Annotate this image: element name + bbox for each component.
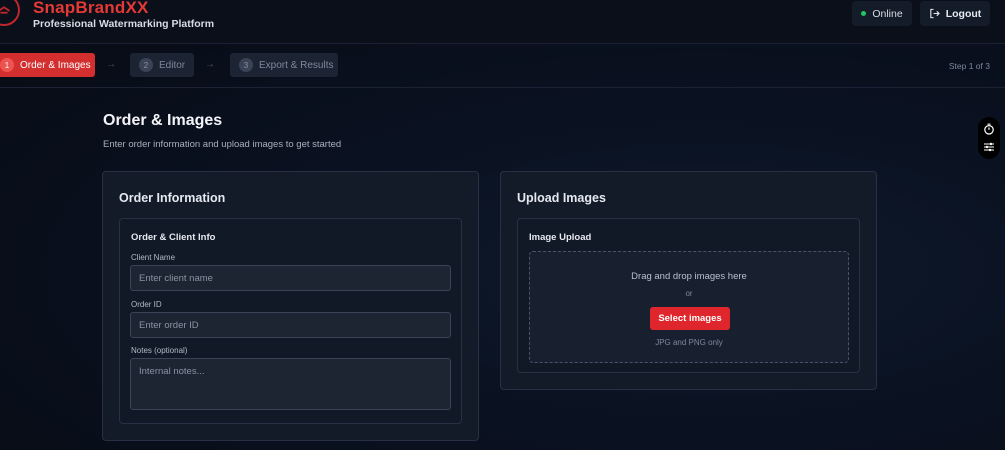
online-status-badge: Online	[852, 1, 912, 26]
logout-button[interactable]: Logout	[920, 1, 990, 26]
step-arrow-icon: →	[106, 59, 116, 70]
page-subtitle: Enter order information and upload image…	[103, 139, 342, 150]
notes-label: Notes (optional)	[131, 346, 188, 355]
order-id-input[interactable]	[130, 312, 451, 338]
sliders-icon[interactable]	[983, 141, 995, 153]
section-title: Image Upload	[529, 232, 592, 243]
client-name-label: Client Name	[131, 253, 176, 262]
card-title: Order Information	[119, 191, 226, 205]
step-export-results[interactable]: 3 Export & Results	[230, 53, 338, 77]
image-upload-section: Image Upload Drag and drop images here o…	[517, 218, 860, 373]
notes-textarea[interactable]	[130, 358, 451, 410]
upload-images-card: Upload Images Image Upload Drag and drop…	[500, 171, 877, 390]
select-images-button[interactable]: Select images	[650, 307, 730, 330]
step-navigation: 1 Order & Images → 2 Editor → 3 Export &…	[0, 44, 1005, 88]
brand-title: SnapBrandXX	[33, 0, 149, 17]
step-order-images[interactable]: 1 Order & Images	[0, 53, 95, 77]
app-header: SnapBrandXX Professional Watermarking Pl…	[0, 0, 1005, 44]
brand-subtitle: Professional Watermarking Platform	[33, 18, 215, 30]
step-number: 1	[0, 58, 14, 72]
image-dropzone[interactable]: Drag and drop images here or Select imag…	[529, 251, 849, 363]
timer-icon[interactable]	[983, 123, 995, 135]
dropzone-instruction: Drag and drop images here	[631, 271, 747, 282]
card-title: Upload Images	[517, 191, 606, 205]
page-title: Order & Images	[103, 112, 223, 129]
order-information-card: Order Information Order & Client Info Cl…	[102, 171, 479, 441]
step-progress-text: Step 1 of 3	[948, 61, 990, 71]
step-label: Order & Images	[20, 59, 91, 71]
step-arrow-icon: →	[205, 59, 215, 70]
step-number: 3	[239, 58, 253, 72]
logout-icon	[929, 8, 940, 19]
order-client-info-section: Order & Client Info Client Name Order ID…	[119, 218, 462, 424]
step-label: Editor	[159, 59, 186, 71]
section-title: Order & Client Info	[131, 232, 216, 243]
step-label: Export & Results	[259, 59, 334, 71]
step-number: 2	[139, 58, 153, 72]
client-name-input[interactable]	[130, 265, 451, 291]
stamp-icon	[0, 0, 20, 26]
logout-label: Logout	[945, 7, 982, 20]
step-editor[interactable]: 2 Editor	[130, 53, 194, 77]
status-label: Online	[872, 7, 903, 20]
order-id-label: Order ID	[131, 300, 162, 309]
floating-toolbar	[978, 117, 1000, 159]
format-note: JPG and PNG only	[655, 338, 723, 347]
dropzone-or: or	[685, 289, 693, 298]
status-dot-icon	[861, 11, 867, 16]
